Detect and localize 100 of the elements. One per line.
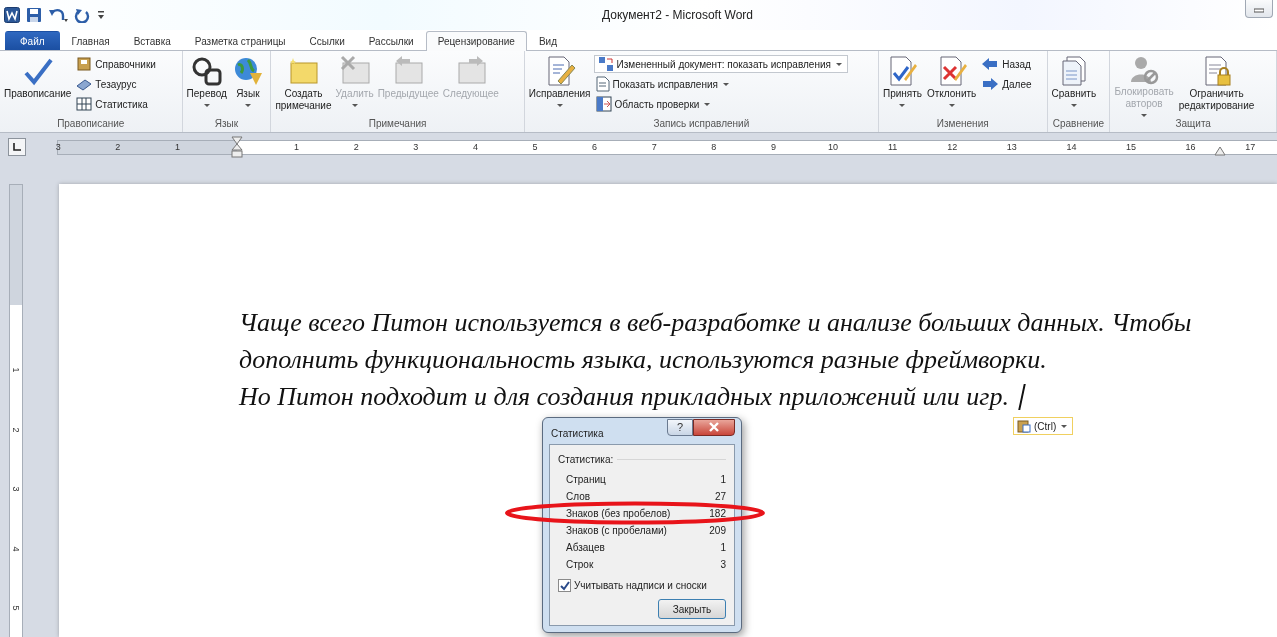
ribbon-button[interactable]: Правописание: [2, 53, 74, 115]
document-icon: [595, 76, 610, 92]
ribbon-button[interactable]: Назад: [979, 55, 1034, 73]
ribbon-tab[interactable]: Вид: [526, 31, 569, 50]
stat-label: Слов: [566, 490, 591, 504]
group-label: Правописание: [56, 118, 126, 131]
ribbon-button[interactable]: Показать исправления: [593, 75, 848, 93]
ruler-number: 2: [11, 426, 21, 435]
redo-icon[interactable]: [74, 7, 90, 23]
caret-icon: [948, 104, 955, 107]
group-label: Изменения: [935, 118, 990, 131]
text-line: Но Питон подходит и для создания прикладных приложений или игр.: [239, 378, 1277, 415]
caret-icon: [351, 104, 358, 107]
ribbon-button[interactable]: Справочники: [74, 55, 158, 73]
text-line: дополнить функциональность языка, используются разные фреймворки.: [239, 344, 1048, 376]
stat-value: 209: [709, 524, 726, 538]
clipboard-icon: [1017, 419, 1031, 433]
ribbon-button[interactable]: Далее: [979, 75, 1034, 93]
text-line: Чаще всего Питон используется в веб-разработке и анализе больших данных. Чтобы: [239, 307, 1193, 339]
ruler-number: 12: [946, 140, 959, 154]
stat-value: 182: [709, 507, 726, 521]
ribbon-button[interactable]: Статистика: [74, 95, 158, 113]
group-label: Запись исправлений: [652, 118, 751, 131]
file-tab[interactable]: Файл: [5, 31, 60, 50]
ruler-number: 14: [1065, 140, 1078, 154]
overlapping-shapes-icon: [190, 55, 223, 87]
ruler-number: 16: [1184, 140, 1197, 154]
ribbon-tab[interactable]: Рецензирование: [425, 31, 527, 51]
stat-value: 1: [720, 541, 726, 555]
dialog-title: Статистика: [550, 426, 605, 439]
ruler-number: 5: [531, 140, 539, 154]
window-title: Документ2 - Microsoft Word: [601, 8, 755, 22]
caret-icon: [722, 82, 729, 86]
ribbon-tab[interactable]: Рассылки: [356, 31, 426, 50]
ribbon-tab[interactable]: Вставка: [121, 31, 183, 50]
help-button[interactable]: ?: [667, 418, 693, 436]
ruler-number: 1: [293, 140, 301, 154]
ruler-number: 3: [11, 485, 21, 494]
close-dialog-button[interactable]: Закрыть: [658, 599, 726, 619]
group-label: Защита: [1174, 118, 1212, 131]
ruler-number: 8: [710, 140, 718, 154]
ruler-number: 11: [886, 140, 899, 154]
app-icon[interactable]: [4, 7, 20, 23]
stat-label: Абзацев: [566, 541, 605, 555]
caret-icon: [1061, 424, 1068, 428]
ribbon-button[interactable]: Сравнить: [1049, 53, 1099, 115]
close-icon: [709, 422, 719, 432]
ribbon-button[interactable]: Создать примечание: [273, 53, 334, 115]
close-button[interactable]: [693, 418, 735, 436]
ribbon-tab[interactable]: Разметка страницы: [182, 31, 298, 50]
ruler-number: 2: [114, 140, 122, 154]
undo-icon[interactable]: [48, 7, 68, 23]
person-blocked-icon: [1128, 54, 1161, 86]
panel-icon: [595, 96, 612, 112]
check-icon: [559, 580, 570, 591]
section-label: Статистика:: [558, 453, 614, 465]
checkbox[interactable]: [558, 579, 571, 592]
ruler-number: 3: [412, 140, 420, 154]
ribbon-tab[interactable]: Главная: [59, 31, 122, 50]
caret-icon: [704, 102, 711, 106]
indent-marker-icon[interactable]: [231, 135, 243, 158]
ruler-number: 1: [11, 366, 21, 375]
caret-icon: [899, 104, 906, 107]
ribbon-tab[interactable]: Ссылки: [297, 31, 357, 50]
ruler-number: 15: [1125, 140, 1137, 154]
ruler-number: 7: [650, 140, 658, 154]
caret-icon: [244, 104, 251, 107]
ruler-number: 13: [1005, 140, 1018, 154]
group-label: Примечания: [367, 118, 428, 131]
display-icon: [597, 56, 614, 72]
ruler-number: 6: [591, 140, 599, 154]
ruler-number: 3: [54, 140, 62, 154]
tab-stop-icon: [13, 143, 21, 151]
save-icon[interactable]: [26, 7, 42, 23]
ribbon-button[interactable]: Область проверки: [593, 95, 848, 113]
stat-label: Знаков (с пробелами): [566, 524, 667, 538]
display-dropdown[interactable]: Измененный документ: показать исправления: [593, 55, 848, 73]
group-label: Сравнение: [1051, 118, 1106, 131]
ribbon-button[interactable]: Ограничить редактирование: [1176, 53, 1257, 115]
note-delete-icon: [338, 55, 371, 87]
ruler-number: 4: [11, 545, 21, 554]
caret-icon: [1070, 104, 1077, 107]
stat-label: Знаков (без пробелов): [566, 507, 671, 521]
ribbon-button[interactable]: Тезаурус: [74, 75, 158, 93]
ruler-number: 2: [352, 140, 360, 154]
ruler-number: 5: [11, 604, 21, 613]
paste-options-button[interactable]: (Ctrl): [1013, 417, 1074, 435]
table-icon: [76, 96, 93, 112]
tab-selector[interactable]: [8, 138, 26, 156]
ribbon-button[interactable]: Язык: [229, 53, 266, 115]
ruler-number: 10: [827, 140, 839, 154]
ribbon-button[interactable]: Исправления: [526, 53, 593, 115]
ribbon-button[interactable]: Перевод: [184, 53, 229, 115]
ribbon-button[interactable]: Отклонить: [925, 53, 979, 115]
right-indent-icon[interactable]: [1214, 145, 1227, 156]
ruler-number: 9: [769, 140, 777, 154]
checkbox-label: Учитывать надписи и сноски: [574, 580, 707, 591]
ribbon-button[interactable]: Принять: [880, 53, 924, 115]
ruler-number: 4: [471, 140, 479, 154]
group-label: Язык: [213, 118, 240, 131]
